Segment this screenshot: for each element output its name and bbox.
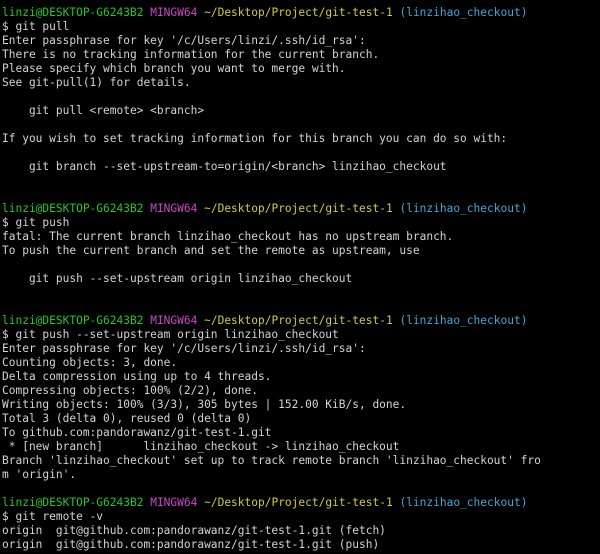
prompt-branch: (linzihao_checkout) bbox=[399, 496, 528, 509]
output-line: See git-pull(1) for details. bbox=[2, 76, 191, 89]
prompt-line: linzi@DESKTOP-G6243B2 MINGW64 ~/Desktop/… bbox=[2, 6, 600, 20]
prompt-user-host: linzi@DESKTOP-G6243B2 bbox=[2, 314, 144, 327]
output-line: git pull <remote> <branch> bbox=[2, 104, 205, 117]
prompt-user-host: linzi@DESKTOP-G6243B2 bbox=[2, 496, 144, 509]
output-line: Enter passphrase for key '/c/Users/linzi… bbox=[2, 34, 366, 47]
output-line: Counting objects: 3, done. bbox=[2, 356, 178, 369]
output-line: Writing objects: 100% (3/3), 305 bytes |… bbox=[2, 398, 407, 411]
prompt-path: ~/Desktop/Project/git-test-1 bbox=[204, 314, 393, 327]
prompt-branch: (linzihao_checkout) bbox=[399, 202, 528, 215]
output-line: m 'origin'. bbox=[2, 468, 77, 481]
prompt-path: ~/Desktop/Project/git-test-1 bbox=[204, 496, 393, 509]
prompt-line: linzi@DESKTOP-G6243B2 MINGW64 ~/Desktop/… bbox=[2, 496, 600, 510]
prompt-branch: (linzihao_checkout) bbox=[399, 6, 528, 19]
command-line: $ git pull bbox=[2, 20, 70, 33]
output-line: fatal: The current branch linzihao_check… bbox=[2, 230, 454, 243]
prompt-path: ~/Desktop/Project/git-test-1 bbox=[204, 6, 393, 19]
prompt-branch: (linzihao_checkout) bbox=[399, 314, 528, 327]
prompt-system: MINGW64 bbox=[150, 496, 198, 509]
command-line: $ git remote -v bbox=[2, 510, 104, 523]
command-line: $ git push --set-upstream origin linziha… bbox=[2, 328, 339, 341]
terminal-window[interactable]: linzi@DESKTOP-G6243B2 MINGW64 ~/Desktop/… bbox=[0, 0, 600, 554]
prompt-line: linzi@DESKTOP-G6243B2 MINGW64 ~/Desktop/… bbox=[2, 202, 600, 216]
output-line: If you wish to set tracking information … bbox=[2, 132, 508, 145]
prompt-system: MINGW64 bbox=[150, 6, 198, 19]
command-line: $ git push bbox=[2, 216, 70, 229]
output-line: Please specify which branch you want to … bbox=[2, 62, 346, 75]
output-line: Delta compression using up to 4 threads. bbox=[2, 370, 272, 383]
prompt-user-host: linzi@DESKTOP-G6243B2 bbox=[2, 202, 144, 215]
output-line: git branch --set-upstream-to=origin/<bra… bbox=[2, 160, 447, 173]
output-line: git push --set-upstream origin linzihao_… bbox=[2, 272, 353, 285]
prompt-path: ~/Desktop/Project/git-test-1 bbox=[204, 202, 393, 215]
output-line: There is no tracking information for the… bbox=[2, 48, 380, 61]
output-line: To github.com:pandorawanz/git-test-1.git bbox=[2, 426, 272, 439]
output-line: origin git@github.com:pandorawanz/git-te… bbox=[2, 538, 380, 551]
prompt-line: linzi@DESKTOP-G6243B2 MINGW64 ~/Desktop/… bbox=[2, 314, 600, 328]
prompt-system: MINGW64 bbox=[150, 314, 198, 327]
output-line: origin git@github.com:pandorawanz/git-te… bbox=[2, 524, 386, 537]
output-line: Compressing objects: 100% (2/2), done. bbox=[2, 384, 258, 397]
output-line: Enter passphrase for key '/c/Users/linzi… bbox=[2, 342, 366, 355]
prompt-user-host: linzi@DESKTOP-G6243B2 bbox=[2, 6, 144, 19]
terminal-output: linzi@DESKTOP-G6243B2 MINGW64 ~/Desktop/… bbox=[2, 6, 600, 552]
output-line: Total 3 (delta 0), reused 0 (delta 0) bbox=[2, 412, 252, 425]
output-line: * [new branch] linzihao_checkout -> linz… bbox=[2, 440, 400, 453]
output-line: Branch 'linzihao_checkout' set up to tra… bbox=[2, 454, 541, 467]
prompt-system: MINGW64 bbox=[150, 202, 198, 215]
output-line: To push the current branch and set the r… bbox=[2, 244, 420, 257]
